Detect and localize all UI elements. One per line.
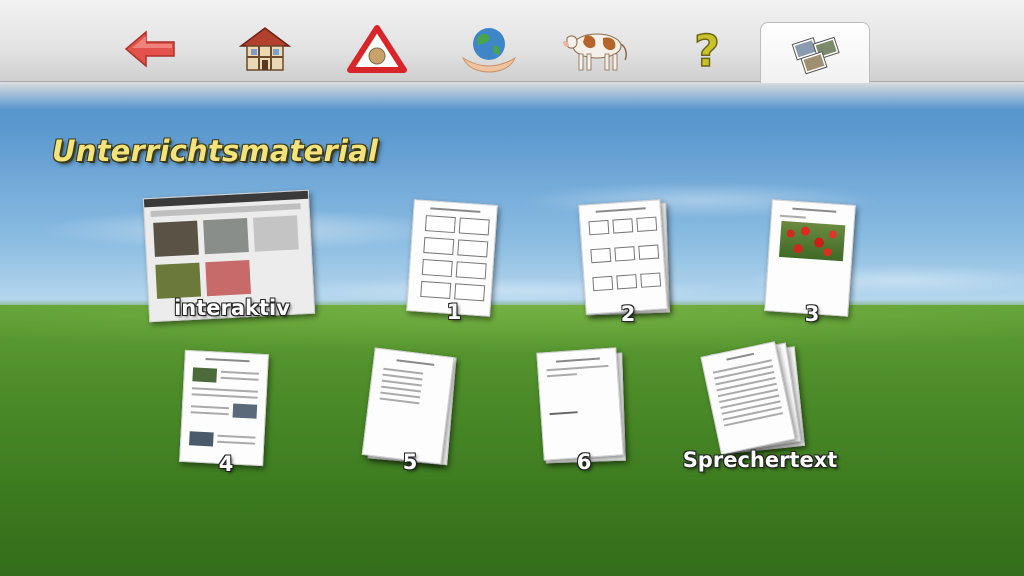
document-thumbnail (179, 349, 269, 467)
document-interaktiv[interactable]: interaktiv (142, 189, 318, 324)
world-button[interactable] (456, 22, 522, 76)
document-label: 3 (804, 302, 820, 326)
animals-button[interactable] (556, 22, 634, 76)
globe-in-hands-icon (461, 28, 517, 73)
document-thumbnail (578, 199, 668, 315)
poppy-photo (779, 220, 846, 262)
document-sprechertext[interactable]: Sprechertext (680, 341, 840, 476)
document-thumbnail (361, 347, 455, 465)
document-label: Sprechertext (682, 448, 838, 472)
document-2[interactable]: 2 (578, 199, 676, 326)
back-button[interactable] (118, 22, 184, 76)
document-label: 4 (218, 452, 234, 476)
document-label: 5 (402, 450, 418, 474)
document-label: 2 (620, 302, 636, 326)
document-6[interactable]: 6 (536, 347, 632, 474)
document-4[interactable]: 4 (178, 349, 274, 476)
page-title: Unterrichtsmaterial (52, 134, 379, 168)
help-button[interactable]: ? (674, 22, 740, 76)
meadow-background (0, 305, 1024, 576)
document-1[interactable]: 1 (406, 199, 502, 324)
svg-text:?: ? (694, 26, 720, 74)
home-button[interactable] (232, 22, 298, 76)
warning-sign-icon (347, 25, 407, 73)
back-arrow-icon (124, 30, 175, 68)
materials-tab[interactable] (760, 22, 870, 83)
warning-button[interactable] (344, 22, 410, 76)
document-label: 1 (446, 300, 462, 324)
document-5[interactable]: 5 (360, 347, 460, 476)
document-thumbnail (764, 199, 856, 317)
cow-icon (563, 33, 627, 71)
document-3[interactable]: 3 (764, 199, 860, 326)
document-label: 6 (576, 450, 592, 474)
document-thumbnail (536, 347, 624, 461)
document-label: interaktiv (174, 296, 290, 320)
toolbar-shadow (0, 82, 1024, 110)
question-mark-icon: ? (693, 25, 720, 74)
house-icon (238, 27, 292, 71)
pictures-icon (791, 36, 840, 75)
